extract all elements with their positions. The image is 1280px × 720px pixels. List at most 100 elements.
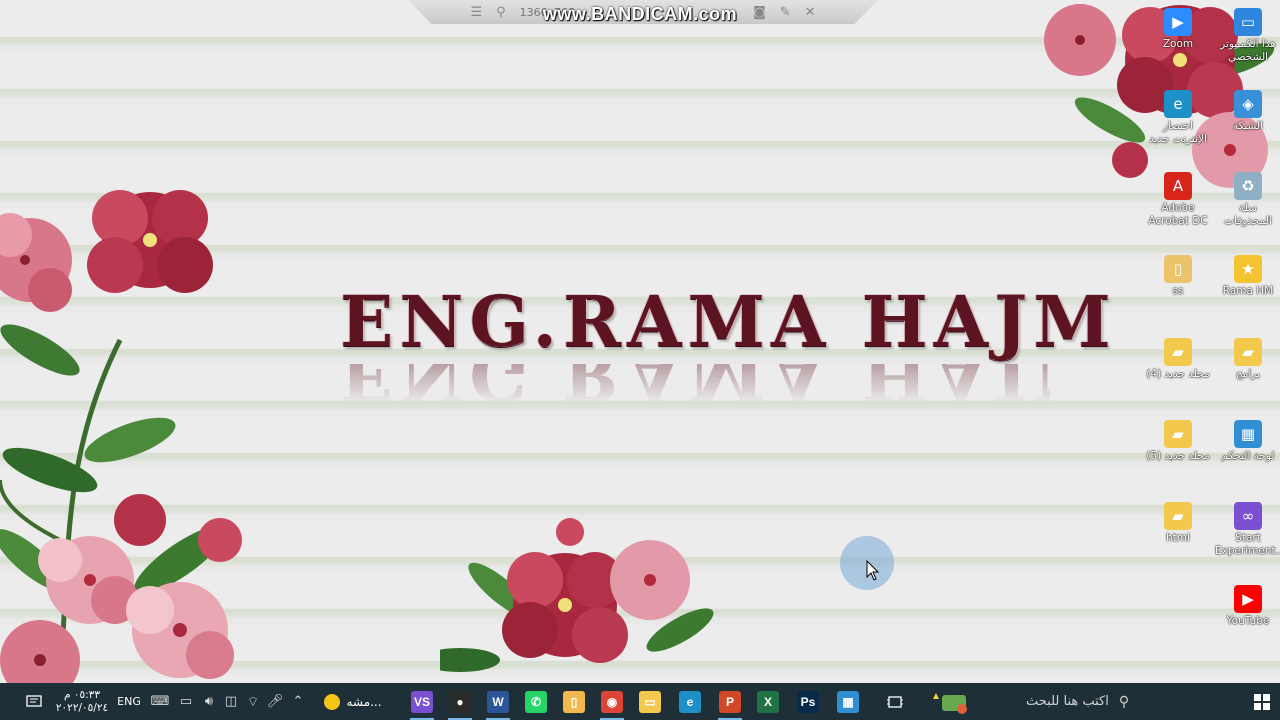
taskbar-app-recorder[interactable]: ● [442, 683, 478, 720]
taskbar-search[interactable]: ⚲ اكتب هنا للبحث [1026, 683, 1236, 720]
youtube-icon: ▶ [1234, 585, 1262, 613]
recycle-bin-icon: ♻ [1234, 172, 1262, 200]
desktop-icon[interactable]: e اختصار الإنترنت جديد [1145, 90, 1211, 146]
desktop-icon-label: Adobe Acrobat DC [1148, 202, 1208, 227]
taskbar-app-visual-studio[interactable]: VS [404, 683, 440, 720]
taskbar-app-chrome[interactable]: ◉ [594, 683, 630, 720]
file-shortcut-icon: ▯ [563, 690, 585, 713]
clock-date: ٢٠٢٢/٠٥/٢٤ [55, 701, 109, 714]
taskbar-app-whatsapp[interactable]: ✆ [518, 683, 554, 720]
desktop-icon-label: سلة المحذوفات [1224, 202, 1272, 227]
whatsapp-icon: ✆ [525, 690, 547, 713]
desktop-icon-label: هذا الكمبيوتر الشخصي [1220, 38, 1276, 63]
desktop-icon[interactable]: ▰ html [1145, 502, 1211, 545]
zoom-icon: ▶ [1164, 8, 1192, 36]
wallpaper-title: ENG.RAMA HAJM [340, 280, 1117, 363]
taskbar-app-file-explorer[interactable]: ▭ [632, 683, 668, 720]
desktop-icon-label: YouTube [1226, 615, 1270, 627]
wallpaper-title-reflection: ENG.RAMA HAJM [340, 364, 1050, 404]
file-icon: ▯ [1164, 255, 1192, 283]
visual-studio-icon: VS [411, 690, 433, 713]
weather-widget[interactable]: مشه... [318, 683, 388, 720]
search-highlight-icon[interactable] [926, 683, 976, 720]
desktop-icon[interactable]: ▰ مجلد جديد (4) [1145, 338, 1211, 381]
show-hidden-icons-icon[interactable]: ⌃ [288, 683, 308, 720]
desktop: ENG.RAMA HAJM ENG.RAMA HAJM ▶ Zoom ▭هذا ال… [0, 0, 1280, 683]
recorder-icon: ● [449, 690, 471, 713]
folder-icon: ▰ [1164, 338, 1192, 366]
search-icon: ⚲ [1118, 693, 1130, 710]
desktop-icon[interactable]: A Adobe Acrobat DC [1145, 172, 1211, 228]
folder-icon: ▰ [1234, 338, 1262, 366]
desktop-icon[interactable]: ▦ لوحة التحكم [1215, 420, 1280, 463]
microphone-icon[interactable]: 🎤︎ [264, 683, 286, 720]
meet-now-icon[interactable]: ◫ [220, 683, 242, 720]
windows-logo-icon [1254, 693, 1270, 710]
photoshop-icon: Ps [797, 690, 819, 713]
desktop-icon[interactable]: ♻ سلة المحذوفات [1215, 172, 1280, 228]
desktop-icon-label: ss [1172, 285, 1184, 297]
this-pc-icon: ▭ [1234, 8, 1262, 36]
clock-time: ٠٥:٣٣ م [64, 688, 100, 701]
taskbar-app-file-shortcut[interactable]: ▯ [556, 683, 592, 720]
taskbar: ٠٥:٣٣ م ٢٠٢٢/٠٥/٢٤ ENG ⌨ ▭ 🔊︎ ◫ ⌔ 🎤︎ ⌃ م… [0, 683, 1280, 720]
close-icon[interactable]: ✕ [805, 5, 816, 20]
camera-icon[interactable]: ◙ [753, 5, 766, 20]
desktop-icon[interactable]: ▯ ss [1145, 255, 1211, 298]
desktop-icon[interactable]: ★ Rama HM [1215, 255, 1280, 298]
taskbar-app-edge[interactable]: e [672, 683, 708, 720]
battery-icon[interactable]: ▭ [174, 683, 198, 720]
flower-decoration-bottom [440, 518, 714, 672]
desktop-icon[interactable]: ▰ برامج [1215, 338, 1280, 381]
taskbar-app-word[interactable]: W [480, 683, 516, 720]
star-icon: ★ [1234, 255, 1262, 283]
clock[interactable]: ٠٥:٣٣ م ٢٠٢٢/٠٥/٢٤ [56, 683, 108, 720]
folder-icon: ▰ [1164, 420, 1192, 448]
desktop-icon[interactable]: ▭ هذا الكمبيوتر الشخصي [1215, 8, 1280, 64]
desktop-icon-label: Rama HM [1222, 285, 1274, 297]
keyboard-icon[interactable]: ⌨ [148, 683, 172, 720]
word-icon: W [487, 690, 509, 713]
wifi-icon[interactable]: ⌔ [242, 683, 264, 720]
desktop-icon-label: الشبكة [1232, 120, 1264, 132]
folder-icon: ▰ [1164, 502, 1192, 530]
sun-icon [324, 693, 341, 710]
menu-icon[interactable]: ☰ [470, 5, 482, 20]
pin-icon[interactable]: ⚲ [496, 5, 506, 20]
desktop-icon-label: Zoom [1162, 38, 1194, 50]
file-explorer-icon: ▭ [639, 690, 661, 713]
weather-label: مشه... [346, 694, 382, 709]
recorder-toolbar[interactable]: ☰ ⚲ 1366x768 ◙ ✎ ✕ [408, 0, 878, 24]
desktop-icon-label: html [1166, 532, 1190, 544]
notifications-icon[interactable] [20, 683, 48, 720]
taskbar-app-photoshop[interactable]: Ps [790, 683, 826, 720]
excel-icon: X [757, 690, 779, 713]
desktop-icon[interactable]: ▰ مجلد جديد (5) [1145, 420, 1211, 463]
flower-decoration-left [0, 190, 242, 683]
start-button[interactable] [1244, 683, 1280, 720]
powerpoint-icon: P [719, 690, 741, 713]
desktop-icon[interactable]: ▶ YouTube [1215, 585, 1280, 628]
desktop-icon[interactable]: ∞ Start Experiment... [1215, 502, 1280, 558]
desktop-icon-label: مجلد جديد (4) [1146, 368, 1210, 380]
desktop-icon-label: لوحة التحكم [1221, 450, 1275, 462]
wallpaper-title-block: ENG.RAMA HAJM ENG.RAMA HAJM [340, 280, 1117, 404]
network-icon: ◈ [1234, 90, 1262, 118]
desktop-icon-label: Start Experiment... [1215, 532, 1280, 557]
taskbar-app-powerpoint[interactable]: P [712, 683, 748, 720]
desktop-icon-label: اختصار الإنترنت جديد [1149, 120, 1207, 145]
desktop-icon[interactable]: ▶ Zoom [1145, 8, 1211, 51]
language-indicator[interactable]: ENG [114, 683, 144, 720]
task-view-icon[interactable] [880, 683, 910, 720]
edge-icon: e [679, 690, 701, 713]
visual-studio-icon: ∞ [1234, 502, 1262, 530]
chrome-icon: ◉ [601, 690, 623, 713]
taskbar-app-excel[interactable]: X [750, 683, 786, 720]
desktop-icon[interactable]: ◈ الشبكة [1215, 90, 1280, 133]
volume-icon[interactable]: 🔊︎ [198, 683, 220, 720]
taskbar-app-control-panel[interactable]: ▦ [830, 683, 866, 720]
desktop-icon-label: برامج [1235, 368, 1261, 380]
pencil-icon[interactable]: ✎ [780, 5, 791, 20]
control-panel-icon: ▦ [1234, 420, 1262, 448]
control-panel-icon: ▦ [837, 690, 859, 713]
